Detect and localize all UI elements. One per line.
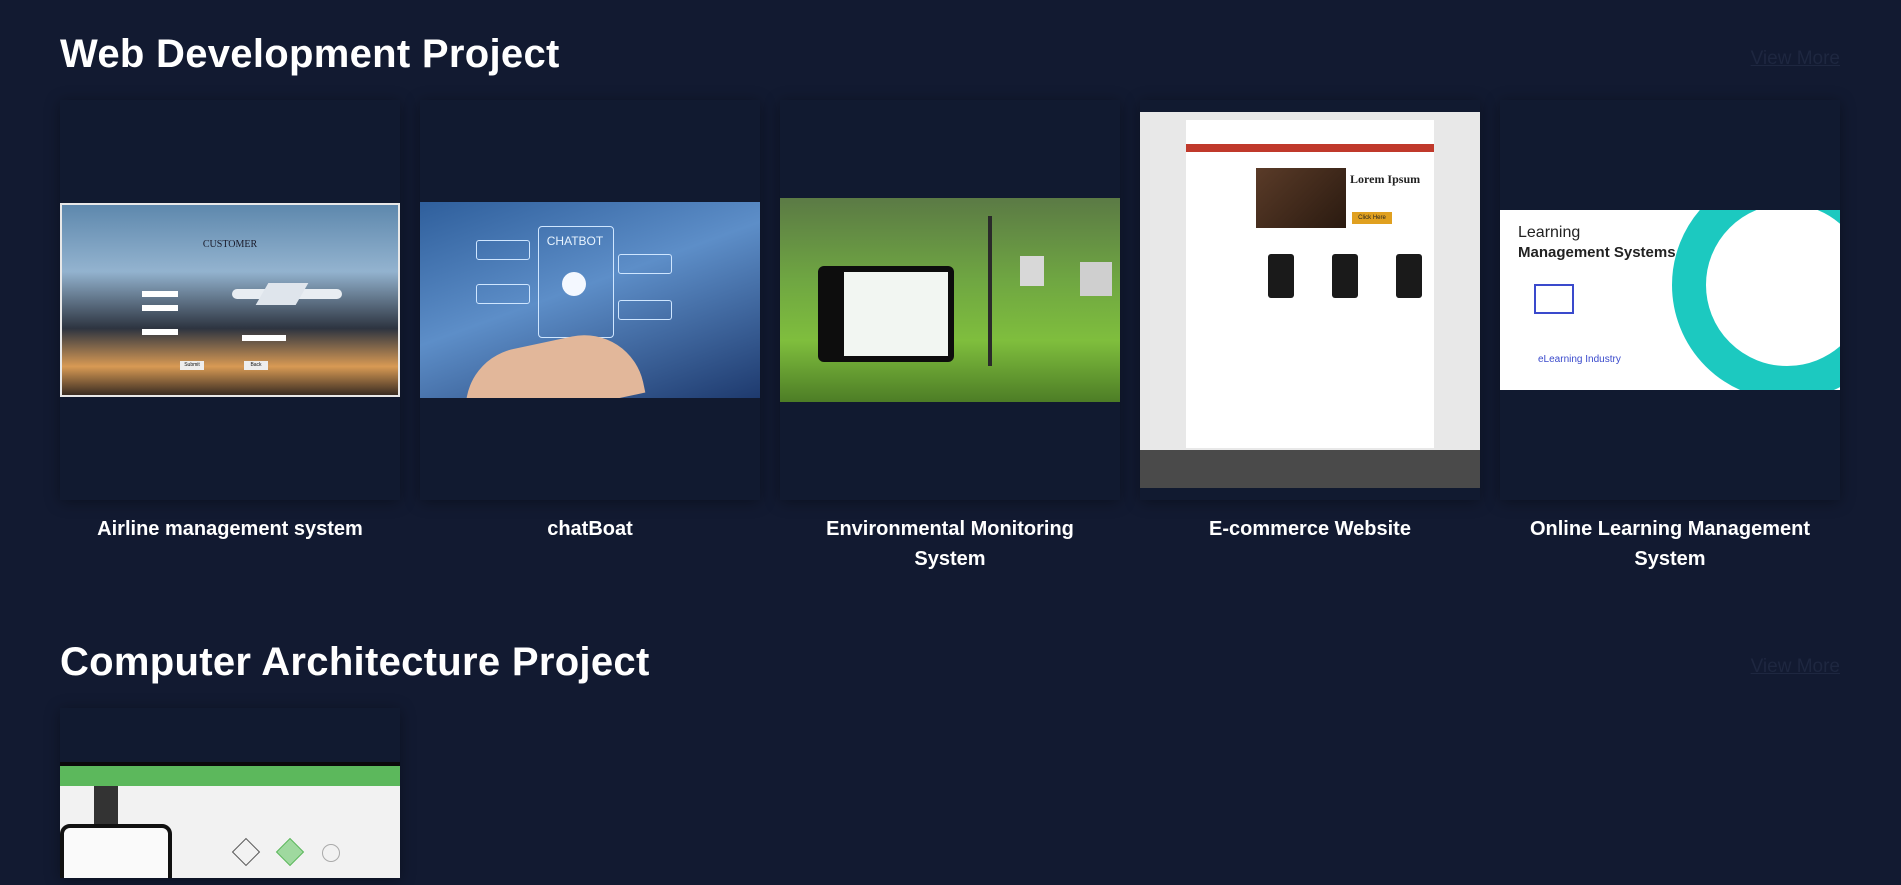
brand-text: eLearning Industry	[1538, 354, 1621, 365]
web-dev-section: Web Development Project View More CUSTOM…	[60, 20, 1840, 574]
card-image-frame: CHATBOT	[420, 100, 760, 500]
form-field	[142, 329, 178, 335]
phone-product	[1332, 254, 1358, 298]
project-cards	[60, 708, 1840, 878]
card-label: chatBoat	[547, 518, 633, 540]
lms-thumbnail: Learning Management Systems eLearning In…	[1500, 210, 1840, 390]
card-label: E-commerce Website	[1209, 518, 1411, 540]
thumbnail-caption: CUSTOMER	[202, 239, 258, 250]
view-more-link[interactable]: View More	[1751, 656, 1840, 678]
architecture-thumbnail	[60, 762, 400, 878]
promo-button: Click Here	[1352, 212, 1392, 224]
site-navbar	[1186, 144, 1434, 152]
project-card-architecture[interactable]	[60, 708, 400, 878]
promo-laptop	[1256, 168, 1346, 228]
project-card-environmental[interactable]: Environmental Monitoring System	[780, 100, 1120, 574]
section-title: Web Development Project	[60, 32, 560, 76]
promo-title: Lorem Ipsum	[1350, 172, 1421, 186]
app-header-bar	[60, 766, 400, 786]
view-more-link[interactable]: View More	[1751, 48, 1840, 70]
card-label: Online Learning Management System	[1529, 518, 1811, 570]
weather-station-mast	[988, 216, 992, 366]
phone-product	[1268, 254, 1294, 298]
diagram-diamond	[231, 837, 261, 867]
back-button: Back	[244, 361, 268, 370]
weather-box	[1020, 256, 1044, 286]
airplane-wing	[255, 283, 309, 305]
card-image-frame	[60, 708, 400, 878]
monitor-icon	[1534, 284, 1574, 314]
card-image-frame: Lorem Ipsum Click Here	[1140, 100, 1480, 500]
section-header: Computer Architecture Project View More	[60, 628, 1840, 698]
card-image-frame	[780, 100, 1120, 500]
ecommerce-thumbnail: Lorem Ipsum Click Here	[1140, 112, 1480, 488]
project-card-airline[interactable]: CUSTOMER Submit Back Airline management …	[60, 100, 400, 574]
lms-line2: Management Systems	[1518, 244, 1676, 261]
computer-architecture-section: Computer Architecture Project View More	[60, 628, 1840, 878]
form-field	[142, 291, 178, 297]
phone-product	[1396, 254, 1422, 298]
project-card-chatboat[interactable]: CHATBOT chatBoat	[420, 100, 760, 574]
lms-line1: Learning	[1518, 224, 1581, 241]
card-image-frame: CUSTOMER Submit Back	[60, 100, 400, 500]
chat-bubble	[618, 300, 672, 320]
card-label: Environmental Monitoring System	[826, 518, 1074, 570]
submit-button: Submit	[180, 361, 204, 370]
diagram-circle	[322, 844, 340, 862]
card-image-frame: Learning Management Systems eLearning In…	[1500, 100, 1840, 500]
environmental-thumbnail	[780, 198, 1120, 402]
chatbot-thumbnail: CHATBOT	[420, 202, 760, 398]
project-card-ecommerce[interactable]: Lorem Ipsum Click Here E-commerce Websit…	[1140, 100, 1480, 574]
form-field	[242, 335, 286, 341]
form-field	[142, 305, 178, 311]
thumbnail-caption: CHATBOT	[546, 234, 604, 248]
section-title: Computer Architecture Project	[60, 640, 650, 684]
robot-icon	[562, 272, 586, 296]
project-cards: CUSTOMER Submit Back Airline management …	[60, 100, 1840, 574]
section-header: Web Development Project View More	[60, 20, 1840, 90]
diagram-diamond	[275, 837, 305, 867]
chat-bubble	[618, 254, 672, 274]
chat-bubble	[476, 240, 530, 260]
teal-arc	[1672, 210, 1840, 390]
site-footer	[1140, 450, 1480, 488]
chat-bubble	[476, 284, 530, 304]
tablet-screen	[844, 272, 948, 356]
airline-thumbnail: CUSTOMER Submit Back	[60, 203, 400, 397]
phone-overlay	[60, 824, 172, 878]
project-card-lms[interactable]: Learning Management Systems eLearning In…	[1500, 100, 1840, 574]
card-label: Airline management system	[97, 518, 363, 540]
weather-box	[1080, 262, 1112, 296]
